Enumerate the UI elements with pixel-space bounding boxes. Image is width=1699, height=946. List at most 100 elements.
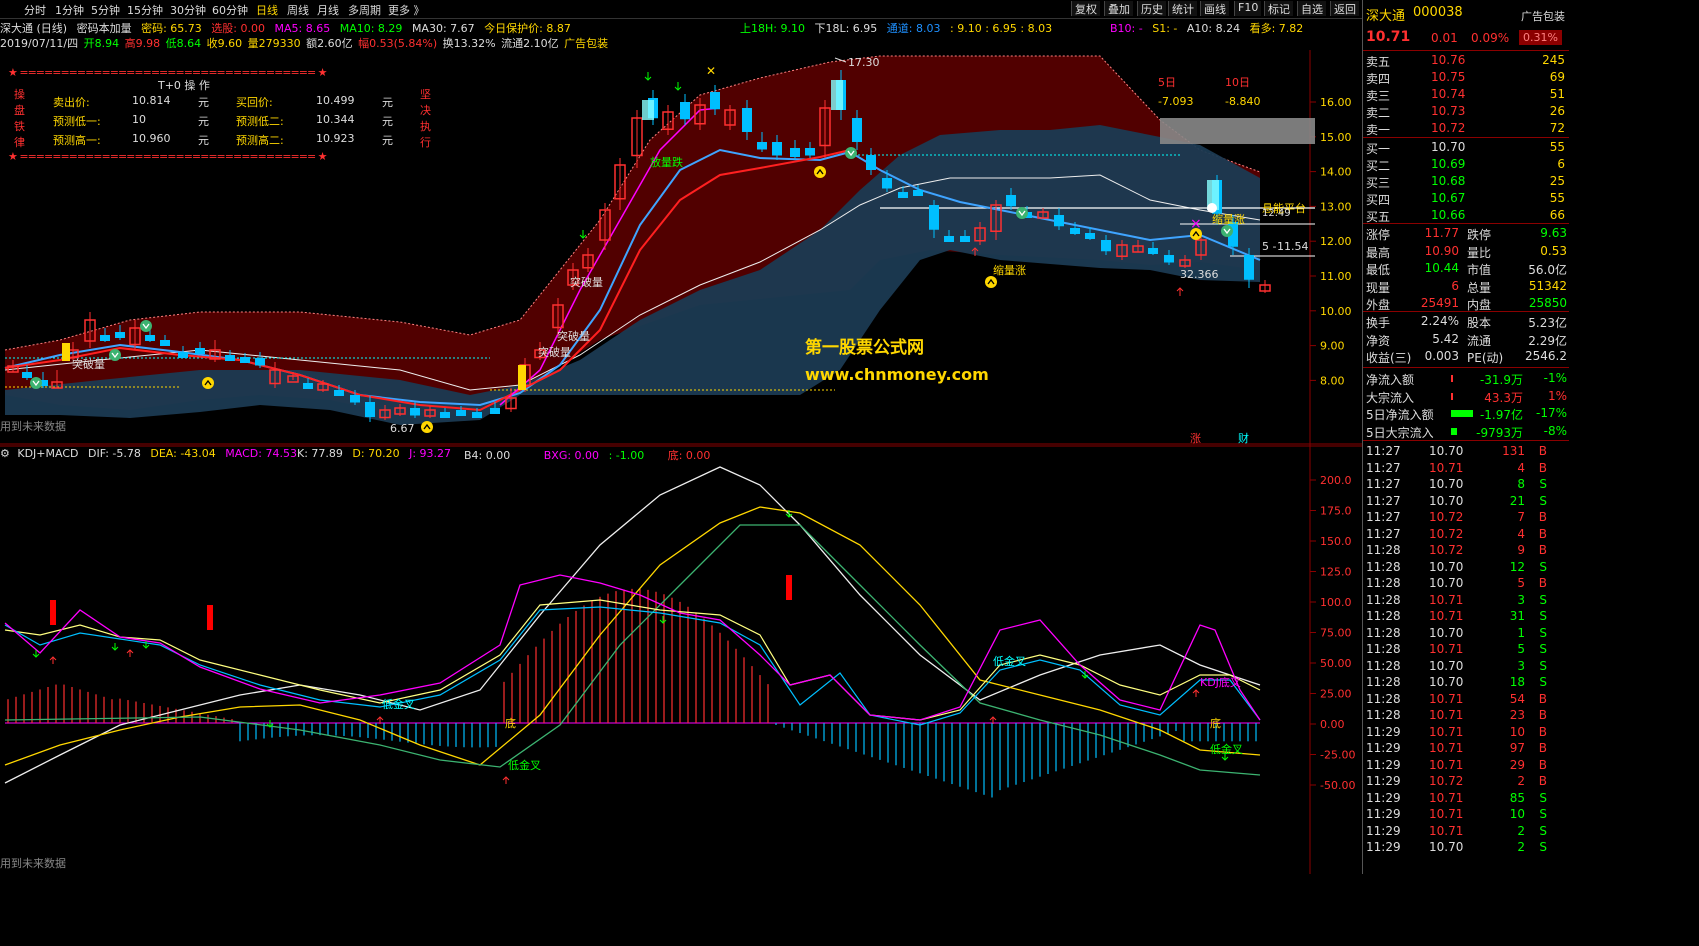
bar-date: 2019/07/11/四	[0, 37, 79, 50]
bid-volume: 25	[1549, 174, 1565, 188]
stock-title: 深大通 (日线)	[0, 22, 68, 35]
period-tab-8[interactable]: 月线	[317, 2, 339, 18]
ask-price: 10.72	[1431, 121, 1466, 135]
flow-label: 净流入额	[1366, 373, 1415, 387]
side-left-char: 铁	[14, 120, 25, 133]
bid-row-3[interactable]: 买四 10.67 55	[1363, 190, 1569, 207]
stock-name: 深大通	[1366, 9, 1406, 24]
tick-price: 10.71	[1429, 823, 1464, 838]
tick-side: S	[1539, 658, 1547, 673]
period-tab-6[interactable]: 日线	[256, 2, 278, 18]
period-tab-7[interactable]: 周线	[287, 2, 309, 18]
period-tab-1[interactable]: 1分钟	[55, 2, 84, 18]
period-tab-0[interactable]: 分时	[24, 2, 46, 18]
y-tick-label: 9.00	[1320, 340, 1345, 353]
tick-side: B	[1538, 741, 1547, 755]
toolbar-button-1[interactable]: 叠加	[1104, 1, 1133, 16]
t0-unit: 元	[382, 134, 393, 147]
ask-row-3[interactable]: 卖二 10.73 26	[1363, 103, 1569, 120]
ask-row-0[interactable]: 卖五 10.76 245	[1363, 52, 1569, 69]
tick-side: S	[1539, 790, 1547, 805]
stat-label: 市值	[1467, 263, 1492, 277]
stat-label: 股本	[1467, 316, 1492, 330]
flow-row-2: 5日净流入额 -1.97亿 -17%	[1363, 405, 1569, 422]
toolbar-button-4[interactable]: 画线	[1200, 1, 1229, 16]
golden-cross-label: 低金叉	[382, 697, 415, 711]
ad-link[interactable]: 广告包装	[564, 35, 608, 51]
toolbar-button-0[interactable]: 复权	[1071, 1, 1100, 16]
toolbar-button-3[interactable]: 统计	[1168, 1, 1197, 16]
tick-time: 11:28	[1366, 675, 1401, 689]
tick-price: 10.71	[1429, 460, 1464, 475]
ad-tag[interactable]: 广告包装	[1521, 8, 1565, 24]
ask-row-2[interactable]: 卖三 10.74 51	[1363, 86, 1569, 103]
t0-label: 预测高二:	[236, 134, 284, 147]
toolbar-button-5[interactable]: F10	[1234, 1, 1262, 16]
stat-label: 净资	[1366, 333, 1391, 348]
toolbar-button-2[interactable]: 历史	[1137, 1, 1166, 16]
ask-row-4[interactable]: 卖一 10.72 72	[1363, 120, 1569, 137]
candle-down	[365, 402, 375, 417]
kdj-macd-chart[interactable]: 200.0 175.0 150.0 125.0 100.0 75.00 50.00 25.00…	[0, 445, 1362, 874]
sub-y-tick-label: 25.00	[1320, 688, 1352, 701]
candle-down	[742, 108, 752, 132]
sub-y-tick-label: -25.00	[1320, 749, 1355, 762]
bid-row-0[interactable]: 买一 10.70 55	[1363, 139, 1569, 156]
protect-price: 今日保护价: 8.87	[484, 22, 571, 35]
down-arrow-icon	[579, 230, 587, 239]
toolbar-button-6[interactable]: 标记	[1264, 1, 1293, 16]
y-tick-label: 8.00	[1320, 374, 1345, 387]
stat2-row-0: 换手 2.24% 股本 5.23亿	[1363, 313, 1569, 330]
indicator-info-line: 深大通 (日线) 密码本加量 密码: 65.73 选股: 0.00 MA5: 8…	[0, 20, 577, 36]
tick-price: 10.71	[1429, 790, 1464, 805]
ask-price: 10.76	[1431, 53, 1466, 67]
flow-pct: -1%	[1543, 371, 1567, 385]
bid-row-4[interactable]: 买五 10.66 66	[1363, 207, 1569, 224]
stat-label: PE(动)	[1467, 351, 1504, 365]
flow-pct: -17%	[1535, 406, 1567, 420]
bid-label: 买三	[1366, 176, 1391, 190]
candle-down	[944, 236, 954, 242]
candle-down	[757, 142, 767, 150]
signal-candle	[642, 100, 654, 120]
sub-y-tick-label: 125.0	[1320, 566, 1352, 579]
t0-label: 预测高一:	[53, 134, 101, 147]
t0-value: 10.814	[132, 94, 171, 107]
ask-volume: 26	[1549, 104, 1565, 118]
tick-side: B	[1538, 757, 1547, 772]
ask-row-1[interactable]: 卖四 10.75 69	[1363, 69, 1569, 86]
tick-row-5: 11:27 10.72 4 B	[1363, 526, 1569, 543]
candle-down	[1054, 215, 1064, 227]
candle-down	[929, 205, 939, 230]
period-toolbar: 分时 1分钟 5分钟 15分钟 30分钟 60分钟 日线 周线 月线 多周期 更多 》 复权 叠加 历史统…	[0, 0, 1362, 19]
ten-day-label: 10日	[1225, 76, 1250, 89]
candle-down	[866, 155, 876, 170]
bar-low: 低8.64	[165, 37, 202, 50]
bid-price: 10.67	[1431, 191, 1466, 205]
candle-down	[1164, 255, 1174, 263]
period-tab-4[interactable]: 30分钟	[170, 2, 206, 18]
tick-price: 10.70	[1429, 493, 1464, 508]
bid-row-1[interactable]: 买二 10.69 6	[1363, 156, 1569, 173]
bid-row-2[interactable]: 买三 10.68 25	[1363, 173, 1569, 190]
period-tab-3[interactable]: 15分钟	[127, 2, 163, 18]
toolbar-button-8[interactable]: 返回	[1330, 1, 1359, 16]
stat-value: 9.63	[1540, 226, 1567, 240]
tick-volume: 2	[1517, 840, 1525, 854]
side-right-char: 坚	[420, 88, 431, 101]
period-tab-10[interactable]: 更多 》	[388, 2, 425, 18]
indicator-name[interactable]: 密码本加量	[77, 20, 132, 36]
ten-day-value: -8.840	[1225, 95, 1260, 108]
candle-down	[410, 408, 420, 416]
ma5-value: MA5: 8.65	[274, 22, 331, 35]
candle-down	[960, 236, 970, 242]
five-day-label: 5日	[1158, 76, 1176, 89]
stat2-row-1: 净资 5.42 流通 2.29亿	[1363, 331, 1569, 348]
ask-label: 卖一	[1366, 123, 1391, 137]
period-tab-5[interactable]: 60分钟	[212, 2, 248, 18]
period-tab-9[interactable]: 多周期	[348, 2, 381, 18]
toolbar-button-7[interactable]: 自选	[1297, 1, 1326, 16]
stat-value: 0.003	[1424, 349, 1459, 363]
tick-volume: 10	[1509, 724, 1525, 739]
period-tab-2[interactable]: 5分钟	[91, 2, 120, 18]
